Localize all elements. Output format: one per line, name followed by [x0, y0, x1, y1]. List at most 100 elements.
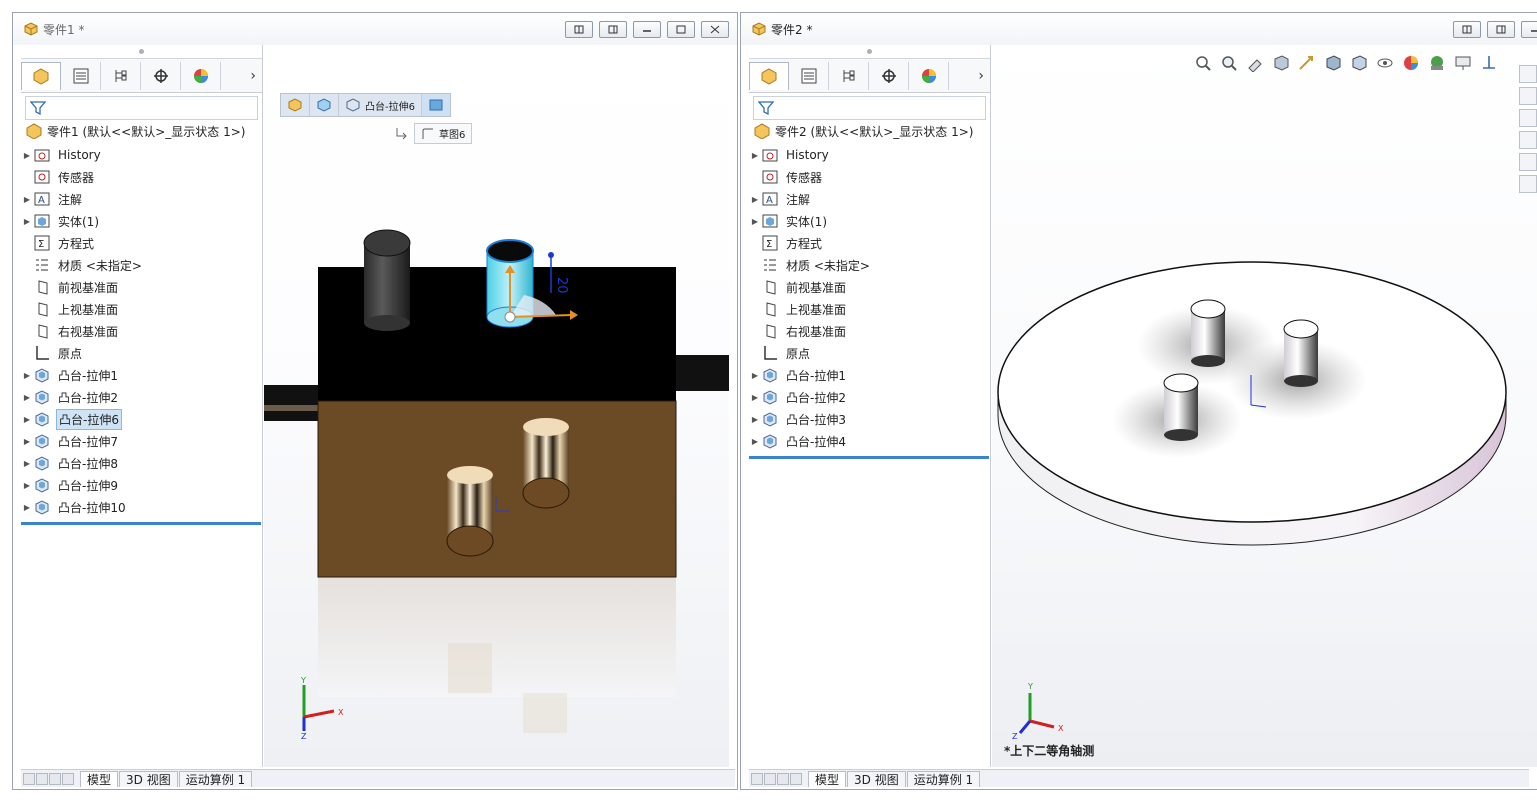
tree-item[interactable]: ▶ 实体(1)	[21, 210, 262, 232]
split-pane-button[interactable]	[599, 21, 627, 38]
model-graphics[interactable]: Y X Z	[992, 45, 1537, 767]
tab-configuration-manager[interactable]	[829, 61, 869, 90]
tree-item[interactable]: ▶ A 注解	[749, 188, 990, 210]
tree-item[interactable]: ▶ 凸台-拉伸3	[749, 408, 990, 430]
tab-feature-manager[interactable]	[749, 61, 789, 90]
tab-scroll-arrows[interactable]	[751, 772, 802, 785]
tab-feature-manager[interactable]	[21, 61, 61, 90]
expand-arrow-icon[interactable]: ▶	[21, 415, 33, 424]
part2-window: 零件2 * › 零件2 (默认<<默认>_显示状态 1>) ▶ History 传感…	[740, 12, 1537, 790]
expand-arrow-icon[interactable]: ▶	[21, 217, 33, 226]
tab-3d-view[interactable]: 3D 视图	[847, 770, 906, 787]
restore-pane-button[interactable]	[1453, 21, 1481, 38]
expand-arrow-icon[interactable]: ▶	[749, 371, 761, 380]
tree-item[interactable]: ▶ 凸台-拉伸6	[21, 408, 262, 430]
tree-item[interactable]: 材质 <未指定>	[749, 254, 990, 276]
tree-item[interactable]: 前视基准面	[749, 276, 990, 298]
tree-item[interactable]: 原点	[749, 342, 990, 364]
expand-arrow-icon[interactable]: ▶	[749, 151, 761, 160]
crosshair-icon	[153, 68, 168, 83]
expand-arrow-icon[interactable]: ▶	[21, 459, 33, 468]
tree-item[interactable]: ▶ 凸台-拉伸9	[21, 474, 262, 496]
tree-root[interactable]: 零件2 (默认<<默认>_显示状态 1>)	[753, 120, 990, 142]
tree-item-label: 凸台-拉伸2	[786, 390, 846, 405]
tab-model[interactable]: 模型	[80, 770, 119, 787]
svg-text:Y: Y	[1027, 682, 1033, 691]
expand-arrow-icon[interactable]: ▶	[21, 503, 33, 512]
minimize-button[interactable]	[633, 21, 661, 38]
tree-item[interactable]: ▶ 凸台-拉伸10	[21, 496, 262, 518]
filter-bar[interactable]	[25, 96, 258, 120]
tree-item[interactable]: ▶ 凸台-拉伸7	[21, 430, 262, 452]
tab-display-manager[interactable]	[909, 61, 949, 90]
tree-item[interactable]: 传感器	[749, 166, 990, 188]
tab-motion-study[interactable]: 运动算例 1	[906, 770, 981, 787]
tab-scroll-arrows[interactable]	[23, 772, 74, 785]
expand-arrow-icon[interactable]: ▶	[749, 217, 761, 226]
crosshair-icon	[881, 68, 896, 83]
expand-arrow-icon[interactable]: ▶	[749, 437, 761, 446]
tree-item[interactable]: 原点	[21, 342, 262, 364]
tab-property-manager[interactable]	[789, 61, 829, 90]
tree-item[interactable]: 材质 <未指定>	[21, 254, 262, 276]
tree-item[interactable]: 传感器	[21, 166, 262, 188]
tab-property-manager[interactable]	[61, 61, 101, 90]
maximize-button[interactable]	[667, 21, 695, 38]
tree-item[interactable]: ▶ 凸台-拉伸4	[749, 430, 990, 452]
tree-item[interactable]: Σ 方程式	[749, 232, 990, 254]
expand-arrow-icon[interactable]: ▶	[21, 371, 33, 380]
tab-motion-study[interactable]: 运动算例 1	[178, 770, 253, 787]
restore-pane-button[interactable]	[565, 21, 593, 38]
chevron-right-icon[interactable]: ›	[250, 68, 256, 84]
filter-bar[interactable]	[753, 96, 986, 120]
left-shaft	[264, 385, 320, 421]
tab-display-manager[interactable]	[181, 61, 221, 90]
expand-arrow-icon[interactable]: ▶	[21, 393, 33, 402]
tree-root[interactable]: 零件1 (默认<<默认>_显示状态 1>)	[25, 120, 262, 142]
expand-arrow-icon[interactable]: ▶	[749, 415, 761, 424]
tree-item[interactable]: ▶ 凸台-拉伸2	[749, 386, 990, 408]
tab-dimxpert-manager[interactable]	[141, 61, 181, 90]
tree-item[interactable]: 上视基准面	[21, 298, 262, 320]
expand-arrow-icon[interactable]: ▶	[21, 151, 33, 160]
graphics-viewport[interactable]: Y X Z *上下二等角轴测	[992, 45, 1537, 767]
extrude-icon	[33, 454, 51, 472]
split-pane-button[interactable]	[1487, 21, 1515, 38]
tab-3d-view[interactable]: 3D 视图	[119, 770, 178, 787]
tree-item[interactable]: ▶ A 注解	[21, 188, 262, 210]
close-button[interactable]	[701, 21, 729, 38]
chevron-right-icon[interactable]: ›	[978, 68, 984, 84]
tree-item[interactable]: 前视基准面	[21, 276, 262, 298]
expand-arrow-icon[interactable]: ▶	[21, 195, 33, 204]
tab-configuration-manager[interactable]	[101, 61, 141, 90]
tree-item-label: 传感器	[786, 170, 823, 185]
rollback-bar[interactable]	[21, 522, 261, 525]
tree-item[interactable]: ▶ 凸台-拉伸1	[749, 364, 990, 386]
expand-arrow-icon[interactable]: ▶	[749, 393, 761, 402]
part-icon	[761, 68, 777, 85]
tree-item[interactable]: 上视基准面	[749, 298, 990, 320]
tree-item-label: 方程式	[786, 236, 823, 251]
expand-arrow-icon[interactable]: ▶	[749, 195, 761, 204]
graphics-viewport[interactable]: 凸台-拉伸6 草图6 20 Y X Z	[264, 45, 729, 767]
tree-item[interactable]: ▶ 凸台-拉伸8	[21, 452, 262, 474]
minimize-button[interactable]	[1521, 21, 1537, 38]
history-folder-icon	[33, 146, 51, 164]
tree-item[interactable]: ▶ 实体(1)	[749, 210, 990, 232]
tree-item[interactable]: Σ 方程式	[21, 232, 262, 254]
tree-item[interactable]: ▶ History	[749, 144, 990, 166]
expand-arrow-icon[interactable]: ▶	[21, 437, 33, 446]
tree-item[interactable]: ▶ 凸台-拉伸1	[21, 364, 262, 386]
tab-dimxpert-manager[interactable]	[869, 61, 909, 90]
expand-arrow-icon[interactable]: ▶	[21, 481, 33, 490]
rollback-bar[interactable]	[749, 456, 989, 459]
tab-model[interactable]: 模型	[808, 770, 847, 787]
panel-grip[interactable]	[21, 45, 262, 59]
panel-grip[interactable]	[749, 45, 990, 59]
tree-item[interactable]: 右视基准面	[21, 320, 262, 342]
tree-item[interactable]: 右视基准面	[749, 320, 990, 342]
tree-item[interactable]: ▶ History	[21, 144, 262, 166]
tree-item[interactable]: ▶ 凸台-拉伸2	[21, 386, 262, 408]
dimension-value[interactable]: 20	[554, 277, 569, 294]
model-graphics[interactable]: 20 Y X Z	[264, 45, 729, 767]
